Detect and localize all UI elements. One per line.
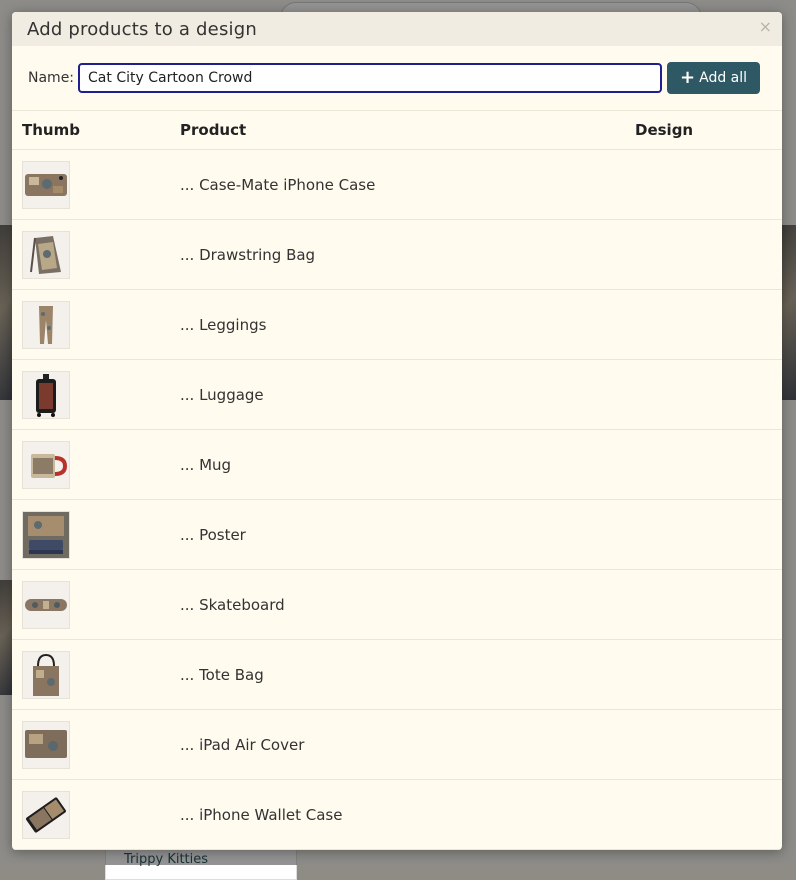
thumb-cell — [12, 779, 180, 850]
thumb-cell — [12, 219, 180, 290]
table-row: ... Leggings — [12, 289, 782, 360]
thumb-cell — [12, 289, 180, 360]
luggage-thumbnail — [22, 370, 70, 419]
dialog-header: Add products to a design × — [12, 12, 782, 46]
table-row: ... Drawstring Bag — [12, 219, 782, 290]
table-header-row: Thumb Product Design — [12, 111, 782, 150]
product-name: ... Leggings — [180, 289, 635, 360]
table-row: ... Case-Mate iPhone Case — [12, 149, 782, 220]
poster-thumbnail — [22, 510, 70, 559]
skateboard-thumbnail — [22, 580, 70, 629]
thumb-cell — [12, 359, 180, 430]
column-header-design: Design — [635, 111, 782, 150]
tote-bag-thumbnail — [22, 650, 70, 699]
design-cell — [635, 639, 782, 710]
product-name: ... Poster — [180, 499, 635, 570]
table-row: ... Luggage — [12, 359, 782, 430]
design-cell — [635, 429, 782, 500]
table-row: ... Poster — [12, 499, 782, 570]
name-row: Name: + Add all — [12, 46, 782, 111]
thumb-cell — [12, 569, 180, 640]
table-row: ... Mug — [12, 429, 782, 500]
dialog-title: Add products to a design — [27, 18, 257, 40]
mug-thumbnail — [22, 440, 70, 489]
thumb-cell — [12, 429, 180, 500]
product-name: ... iPad Air Cover — [180, 709, 635, 780]
table-row: ... Tote Bag — [12, 639, 782, 710]
design-cell — [635, 779, 782, 850]
add-all-label: Add all — [699, 70, 748, 86]
plus-icon: + — [680, 67, 696, 88]
design-name-input[interactable] — [78, 63, 663, 93]
phone-case-thumbnail — [22, 160, 70, 209]
product-name: ... Tote Bag — [180, 639, 635, 710]
design-cell — [635, 289, 782, 360]
design-cell — [635, 499, 782, 570]
product-name: ... Luggage — [180, 359, 635, 430]
wallet-case-thumbnail — [22, 790, 70, 839]
drawstring-bag-thumbnail — [22, 230, 70, 279]
design-cell — [635, 149, 782, 220]
thumb-cell — [12, 709, 180, 780]
table-row: ... iPad Air Cover — [12, 709, 782, 780]
name-label: Name: — [28, 70, 75, 86]
product-name: ... Case-Mate iPhone Case — [180, 149, 635, 220]
product-name: ... Mug — [180, 429, 635, 500]
thumb-cell — [12, 499, 180, 570]
add-all-button[interactable]: + Add all — [667, 62, 761, 94]
thumb-cell — [12, 149, 180, 220]
design-cell — [635, 219, 782, 290]
design-cell — [635, 359, 782, 430]
table-row: ... iPhone Wallet Case — [12, 779, 782, 850]
column-header-product: Product — [180, 111, 635, 150]
close-icon[interactable]: × — [759, 19, 772, 35]
ipad-cover-thumbnail — [22, 720, 70, 769]
product-name: ... iPhone Wallet Case — [180, 779, 635, 850]
column-header-thumb: Thumb — [12, 111, 180, 150]
table-row: ... Skateboard — [12, 569, 782, 640]
product-name: ... Skateboard — [180, 569, 635, 640]
leggings-thumbnail — [22, 300, 70, 349]
products-table: Thumb Product Design ... Case-Mate iPhon… — [12, 111, 782, 850]
design-cell — [635, 569, 782, 640]
product-name: ... Drawstring Bag — [180, 219, 635, 290]
thumb-cell — [12, 639, 180, 710]
add-products-dialog: Add products to a design × Name: + Add a… — [12, 12, 782, 850]
design-cell — [635, 709, 782, 780]
